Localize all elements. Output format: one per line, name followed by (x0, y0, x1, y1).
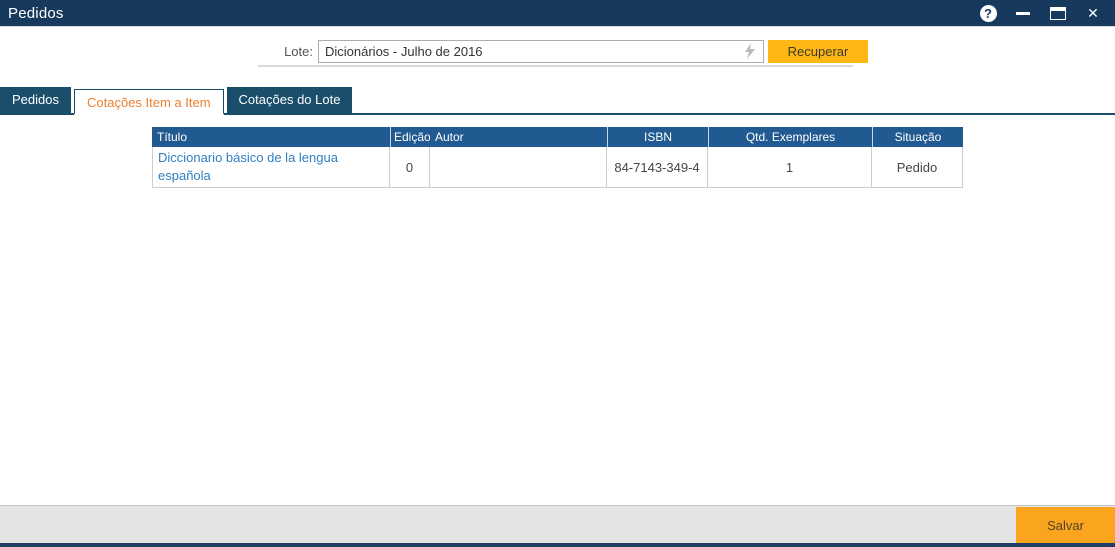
cell-isbn: 84-7143-349-4 (607, 147, 708, 187)
lote-input[interactable] (318, 40, 764, 63)
column-header-qtd-exemplares: Qtd. Exemplares (708, 127, 872, 147)
cell-edicao: 0 (390, 147, 430, 187)
cotacoes-table: Título Edição Autor ISBN Qtd. Exemplares… (152, 127, 963, 188)
cell-situacao: Pedido (872, 147, 963, 187)
lote-label: Lote: (233, 44, 313, 59)
window-bottom-border (0, 543, 1115, 547)
tab-cotacoes-item-a-item[interactable]: Cotações Item a Item (74, 89, 224, 115)
tab-pedidos[interactable]: Pedidos (0, 87, 71, 113)
column-header-autor: Autor (430, 127, 607, 147)
salvar-button[interactable]: Salvar (1016, 507, 1115, 543)
tab-cotacoes-do-lote[interactable]: Cotações do Lote (227, 87, 353, 113)
table-header-row: Título Edição Autor ISBN Qtd. Exemplares… (152, 127, 963, 147)
close-button[interactable]: ✕ (1083, 3, 1103, 23)
close-icon: ✕ (1087, 6, 1099, 20)
minimize-button[interactable] (1013, 3, 1033, 23)
tabbar: Pedidos Cotações Item a Item Cotações do… (0, 87, 1115, 115)
minimize-icon (1016, 12, 1030, 15)
cell-titulo: Diccionario básico de la lengua española (152, 147, 390, 187)
cell-autor (430, 147, 607, 187)
lote-separator (258, 65, 853, 67)
table-row: Diccionario básico de la lengua española… (152, 147, 963, 188)
column-header-titulo: Título (152, 127, 390, 147)
column-header-edicao: Edição (390, 127, 430, 147)
titulo-link[interactable]: Diccionario básico de la lengua española (153, 147, 389, 187)
recuperar-button[interactable]: Recuperar (768, 40, 868, 63)
help-button[interactable]: ? (978, 3, 998, 23)
footer-bar (0, 505, 1115, 543)
help-icon: ? (980, 5, 997, 22)
window-controls: ? ✕ (978, 3, 1115, 23)
restore-icon (1050, 7, 1066, 20)
column-header-isbn: ISBN (607, 127, 708, 147)
window-title: Pedidos (0, 5, 64, 22)
cell-qtd-exemplares: 1 (708, 147, 872, 187)
column-header-situacao: Situação (872, 127, 963, 147)
restore-button[interactable] (1048, 3, 1068, 23)
titlebar: Pedidos ? ✕ (0, 0, 1115, 27)
